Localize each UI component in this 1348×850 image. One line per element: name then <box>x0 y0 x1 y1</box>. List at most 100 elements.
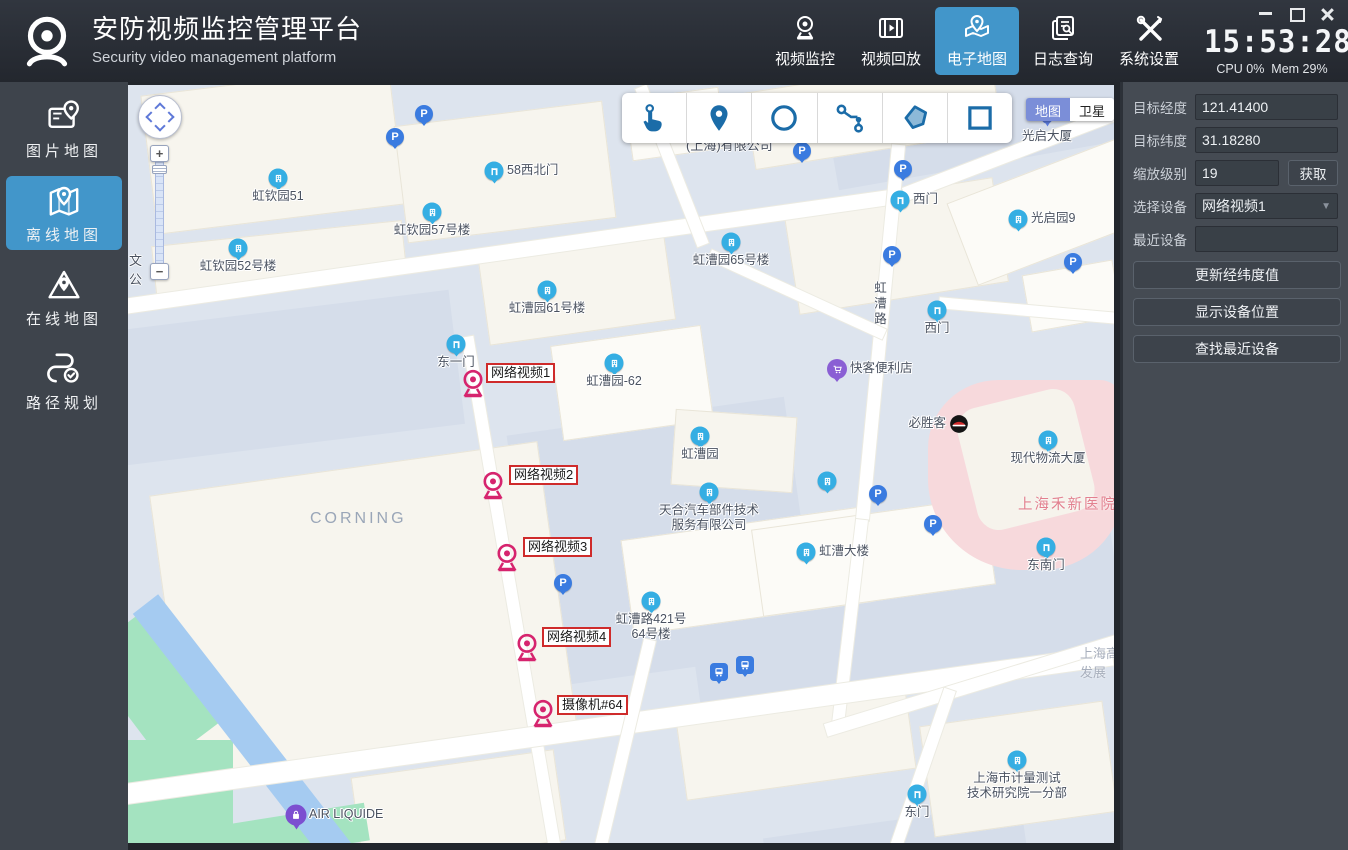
pan-right-icon[interactable] <box>163 111 175 123</box>
camera-marker[interactable] <box>459 367 487 399</box>
map-poi-label: 现代物流大厦 <box>1010 451 1086 465</box>
map-poi-label: 光启大厦 <box>1021 129 1073 143</box>
layer-map-option[interactable]: 地图 <box>1026 98 1070 121</box>
sidebar-item-offline-map[interactable]: 离线地图 <box>6 176 122 250</box>
map-poi-label: 西门 <box>924 321 950 335</box>
offline-map-icon <box>49 186 79 216</box>
nav-system-settings[interactable]: 系统设置 <box>1107 7 1191 75</box>
polygon-tool-icon <box>904 105 927 129</box>
nav-video-monitor[interactable]: 视频监控 <box>763 7 847 75</box>
map-poi-label: 上海市计量测试 技术研究院一分部 <box>966 771 1068 800</box>
nav-video-playback[interactable]: 视频回放 <box>849 7 933 75</box>
bag-poi-icon <box>285 804 307 830</box>
sidebar-item-label: 图片地图 <box>25 142 102 160</box>
minimize-button[interactable] <box>1259 8 1272 20</box>
zoom-level-input[interactable] <box>1195 160 1279 186</box>
map-poi-label: AIR LIQUIDE <box>309 807 384 821</box>
parking-poi-icon[interactable]: P <box>924 515 942 536</box>
hand-tool-button[interactable] <box>622 93 688 143</box>
picture-map-icon <box>48 99 80 128</box>
latitude-input[interactable] <box>1195 127 1338 153</box>
e-map-icon <box>965 14 989 37</box>
rectangle-tool-button[interactable] <box>948 93 1012 143</box>
zoom-slider-handle[interactable] <box>152 165 167 174</box>
building-poi-icon <box>1038 430 1058 453</box>
nav-label: 视频监控 <box>774 51 835 68</box>
camera-label[interactable]: 网络视频1 <box>486 363 556 383</box>
sidebar-item-online-map[interactable]: 在线地图 <box>6 260 122 334</box>
parking-poi-icon[interactable]: P <box>793 142 811 163</box>
map-text-label: 上海禾新医院 <box>1018 497 1114 513</box>
polyline-tool-button[interactable] <box>818 93 883 143</box>
sidebar: 图片地图 离线地图 在线地图 路径规划 <box>0 82 128 850</box>
cart-poi-icon <box>827 359 847 382</box>
show-device-position-button[interactable]: 显示设备位置 <box>1133 298 1341 326</box>
map-canvas[interactable]: 虹钦园51 虹钦园57号楼 虹钦园52号楼 58西北门 虹漕园65号楼 虹漕园61号楼 虹漕… <box>128 85 1114 843</box>
parking-poi-icon[interactable]: P <box>554 574 572 595</box>
building-poi-icon <box>228 238 248 261</box>
longitude-input[interactable] <box>1195 94 1338 120</box>
nav-label: 电子地图 <box>946 51 1007 68</box>
fetch-button[interactable]: 获取 <box>1288 160 1338 186</box>
camera-label[interactable]: 网络视频4 <box>542 627 612 647</box>
sidebar-item-label: 离线地图 <box>25 226 102 244</box>
gate-poi-icon <box>484 161 504 184</box>
camera-marker[interactable] <box>529 697 557 729</box>
building-poi-icon <box>422 202 442 225</box>
layer-toggle: 地图 卫星 <box>1026 98 1114 121</box>
circle-tool-icon <box>771 105 798 131</box>
map-poi-label: 虹钦园51 <box>252 189 304 203</box>
polyline-tool-icon <box>836 104 863 133</box>
sidebar-item-picture-map[interactable]: 图片地图 <box>6 92 122 166</box>
nav-label: 视频回放 <box>860 51 921 68</box>
nav-log-query[interactable]: 日志查询 <box>1021 7 1105 75</box>
map-pan-control[interactable] <box>138 95 182 139</box>
building-poi-icon <box>641 591 661 614</box>
cpu-usage: CPU 0% <box>1216 62 1265 76</box>
parking-poi-icon[interactable]: P <box>415 105 433 126</box>
map-poi-label: 虹漕大楼 <box>819 544 870 558</box>
camera-label[interactable]: 摄像机#64 <box>557 695 628 715</box>
update-coordinates-button[interactable]: 更新经纬度值 <box>1133 261 1341 289</box>
nav-e-map[interactable]: 电子地图 <box>935 7 1019 75</box>
marker-tool-button[interactable] <box>687 93 753 143</box>
parking-poi-icon[interactable]: P <box>894 160 912 181</box>
nearest-device-input[interactable] <box>1195 226 1338 252</box>
camera-marker[interactable] <box>513 631 541 663</box>
nearest-device-label: 最近设备 <box>1133 233 1187 248</box>
zoom-in-button[interactable]: + <box>150 145 169 162</box>
device-select[interactable]: 网络视频1 ▼ <box>1195 193 1338 219</box>
map-poi-label: 东南门 <box>1027 558 1065 572</box>
map-poi-label: 光启园9 <box>1031 211 1076 225</box>
bus-stop-poi-icon[interactable] <box>736 656 754 677</box>
bus-stop-poi-icon[interactable] <box>710 663 728 684</box>
find-nearest-device-button[interactable]: 查找最近设备 <box>1133 335 1341 363</box>
route-planning-icon <box>47 352 79 383</box>
maximize-button[interactable] <box>1290 8 1305 22</box>
map-text-label: CORNING <box>310 510 407 527</box>
pan-down-icon[interactable] <box>154 120 166 132</box>
circle-tool-button[interactable] <box>752 93 818 143</box>
close-button[interactable] <box>1321 8 1334 20</box>
camera-marker[interactable] <box>493 541 521 573</box>
parking-poi-icon[interactable]: P <box>883 246 901 267</box>
camera-marker[interactable] <box>479 469 507 501</box>
pan-up-icon[interactable] <box>154 102 166 114</box>
map-poi-label: 虹漕路421号 64号楼 <box>615 612 687 641</box>
polygon-tool-button[interactable] <box>883 93 948 143</box>
device-select-value: 网络视频1 <box>1202 198 1266 214</box>
parking-poi-icon[interactable]: P <box>1064 253 1082 274</box>
zoom-out-button[interactable]: − <box>150 263 169 280</box>
app-subtitle: Security video management platform <box>92 49 337 67</box>
gate-poi-icon <box>890 190 910 213</box>
parking-poi-icon[interactable]: P <box>869 485 887 506</box>
sidebar-item-route-planning[interactable]: 路径规划 <box>6 344 122 418</box>
pan-left-icon[interactable] <box>145 111 157 123</box>
parking-poi-icon[interactable]: P <box>386 128 404 149</box>
map-overlay: 虹钦园51 虹钦园57号楼 虹钦园52号楼 58西北门 虹漕园65号楼 虹漕园61号楼 虹漕… <box>128 85 1114 843</box>
map-poi-label: 58西北门 <box>507 163 559 177</box>
layer-satellite-option[interactable]: 卫星 <box>1070 98 1114 121</box>
map-text-label: 文 公 <box>129 253 143 287</box>
camera-label[interactable]: 网络视频3 <box>523 537 593 557</box>
camera-label[interactable]: 网络视频2 <box>509 465 579 485</box>
